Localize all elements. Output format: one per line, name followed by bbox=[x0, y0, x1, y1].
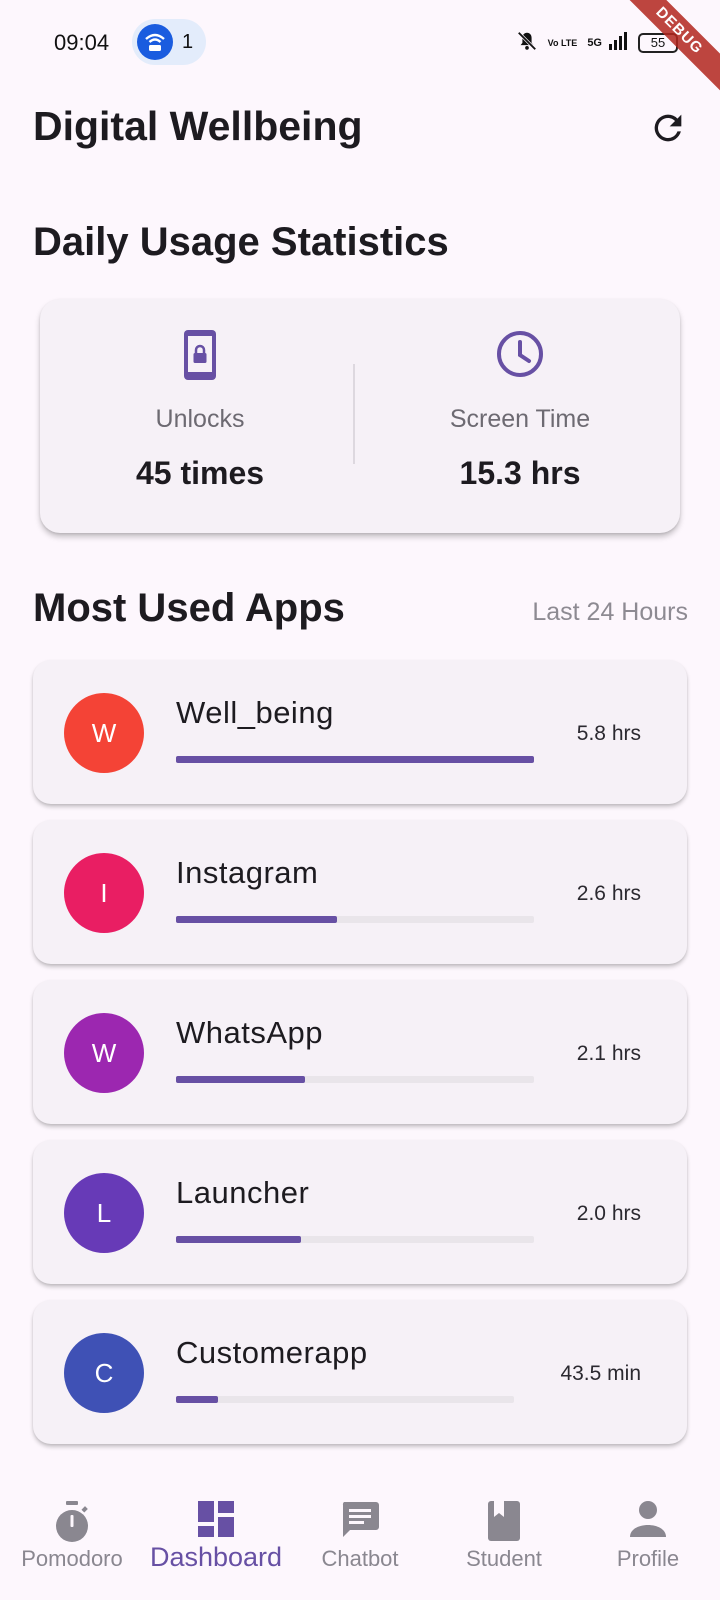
nav-student[interactable]: Student bbox=[432, 1480, 576, 1600]
usage-bar-fill bbox=[176, 1076, 305, 1083]
bell-off-icon bbox=[516, 30, 538, 57]
hotspot-chip[interactable]: 1 bbox=[132, 19, 206, 65]
page-title: Digital Wellbeing bbox=[33, 103, 363, 149]
unlocks-label: Unlocks bbox=[155, 405, 245, 433]
person-icon bbox=[629, 1500, 667, 1543]
app-card[interactable]: W WhatsApp 2.1 hrs bbox=[33, 980, 687, 1124]
status-icons: Vo LTE 5G 55 bbox=[516, 30, 678, 56]
signal-icon bbox=[608, 31, 628, 56]
app-name: WhatsApp bbox=[176, 1015, 324, 1050]
app-time: 2.1 hrs bbox=[576, 1042, 641, 1065]
bottom-nav: Pomodoro Dashboard Chatbot Student Profi… bbox=[0, 1480, 720, 1600]
nav-label: Dashboard bbox=[149, 1542, 283, 1572]
most-used-period: Last 24 Hours bbox=[532, 598, 688, 626]
nav-label: Profile bbox=[616, 1546, 680, 1571]
app-avatar: W bbox=[64, 693, 144, 773]
usage-bar bbox=[176, 916, 534, 923]
nav-profile[interactable]: Profile bbox=[576, 1480, 720, 1600]
app-name: Customerapp bbox=[176, 1335, 368, 1370]
hotspot-icon bbox=[137, 24, 173, 60]
usage-bar bbox=[176, 1396, 514, 1403]
usage-bar-fill bbox=[176, 916, 338, 923]
daily-stats-title: Daily Usage Statistics bbox=[33, 220, 449, 264]
unlocks-stat: Unlocks 45 times bbox=[40, 299, 360, 533]
status-time: 09:04 bbox=[54, 30, 110, 55]
refresh-button[interactable] bbox=[648, 108, 688, 148]
nav-pomodoro[interactable]: Pomodoro bbox=[0, 1480, 144, 1600]
most-used-title: Most Used Apps bbox=[33, 586, 345, 630]
usage-bar bbox=[176, 756, 534, 763]
phone-lock-icon bbox=[178, 329, 222, 386]
app-card[interactable]: C Customerapp 43.5 min bbox=[33, 1300, 687, 1444]
book-icon bbox=[487, 1500, 521, 1547]
dashboard-icon bbox=[197, 1500, 235, 1543]
usage-bar bbox=[176, 1236, 534, 1243]
screen-time-value: 15.3 hrs bbox=[459, 455, 581, 491]
screen-time-stat: Screen Time 15.3 hrs bbox=[360, 299, 680, 533]
app-card[interactable]: W Well_being 5.8 hrs bbox=[33, 660, 687, 804]
clock-icon bbox=[495, 329, 545, 384]
status-bar: 09:04 1 Vo LTE 5G 55 DEBUG bbox=[0, 0, 720, 101]
app-time: 5.8 hrs bbox=[576, 722, 641, 745]
stopwatch-icon bbox=[52, 1500, 92, 1549]
app-name: Launcher bbox=[176, 1175, 310, 1210]
nav-chatbot[interactable]: Chatbot bbox=[288, 1480, 432, 1600]
app-name: Instagram bbox=[176, 855, 319, 890]
app-list: W Well_being 5.8 hrs I Instagram 2.6 hrs… bbox=[33, 660, 687, 1460]
app-avatar: W bbox=[64, 1013, 144, 1093]
usage-bar-fill bbox=[176, 756, 534, 763]
nav-label: Student bbox=[466, 1546, 542, 1571]
app-avatar: I bbox=[64, 853, 144, 933]
app-avatar: L bbox=[64, 1173, 144, 1253]
daily-stats-card: Unlocks 45 times Screen Time 15.3 hrs bbox=[40, 299, 680, 533]
hotspot-count: 1 bbox=[182, 31, 194, 53]
network-type: 5G bbox=[587, 37, 602, 49]
screen-time-label: Screen Time bbox=[449, 405, 591, 433]
usage-bar bbox=[176, 1076, 534, 1083]
app-time: 2.6 hrs bbox=[576, 882, 641, 905]
volte-indicator: Vo LTE bbox=[547, 37, 578, 48]
screen: 09:04 1 Vo LTE 5G 55 DEBUG Digital Wellb… bbox=[0, 0, 720, 1600]
app-time: 2.0 hrs bbox=[576, 1202, 641, 1225]
unlocks-value: 45 times bbox=[135, 455, 265, 491]
stats-divider bbox=[353, 364, 355, 464]
app-time: 43.5 min bbox=[560, 1362, 641, 1385]
app-name: Well_being bbox=[176, 695, 334, 730]
app-card[interactable]: L Launcher 2.0 hrs bbox=[33, 1140, 687, 1284]
usage-bar-fill bbox=[176, 1396, 219, 1403]
nav-dashboard[interactable]: Dashboard bbox=[144, 1480, 288, 1600]
usage-bar-fill bbox=[176, 1236, 302, 1243]
refresh-icon bbox=[654, 114, 682, 142]
nav-label: Pomodoro bbox=[21, 1546, 123, 1571]
chat-icon bbox=[340, 1500, 380, 1545]
app-avatar: C bbox=[64, 1333, 144, 1413]
nav-label: Chatbot bbox=[321, 1546, 399, 1571]
app-card[interactable]: I Instagram 2.6 hrs bbox=[33, 820, 687, 964]
